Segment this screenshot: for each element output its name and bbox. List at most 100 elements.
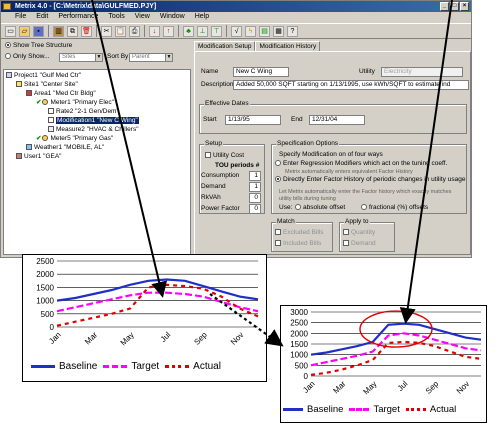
- excluded-bills-checkbox[interactable]: [275, 229, 281, 236]
- copy-icon[interactable]: ⧉: [67, 25, 78, 37]
- sort-by-select[interactable]: Parent ▼: [129, 53, 173, 62]
- only-show-radio[interactable]: [5, 53, 11, 60]
- start-date-field[interactable]: 1/13/95: [225, 115, 281, 125]
- description-field[interactable]: Added 50,000 SQFT starting on 1/13/1995,…: [233, 80, 469, 90]
- name-field[interactable]: New C Wing: [233, 67, 289, 77]
- setup-panel: Name New C Wing Utility Electricity Desc…: [194, 51, 471, 255]
- series-line-baseline: [310, 322, 482, 356]
- formula-icon[interactable]: √: [231, 25, 242, 37]
- tree-node-label: Measure2 "HVAC & Chillers": [56, 126, 139, 133]
- tree2-icon[interactable]: ⊥: [197, 25, 208, 37]
- menu-window[interactable]: Window: [160, 12, 185, 22]
- tree-node-area[interactable]: Area1 "Med Ctr Bldg": [26, 90, 96, 98]
- included-bills-checkbox[interactable]: [275, 240, 281, 247]
- down-arrow-icon[interactable]: ↓: [149, 25, 160, 37]
- show-tree-option[interactable]: Show Tree Structure: [5, 42, 72, 50]
- match-title: Match: [276, 218, 296, 226]
- menu-help[interactable]: Help: [195, 12, 209, 22]
- legend-baseline-swatch: [283, 408, 303, 411]
- factor-history-label: Directly Enter Factor History of periodi…: [283, 176, 466, 183]
- sort-by-value: Parent: [132, 54, 150, 60]
- tree-node-meter5[interactable]: ✔ Meter5 "Primary Gas": [36, 135, 113, 143]
- fractional-offset-radio[interactable]: [361, 204, 367, 211]
- chevron-down-icon[interactable]: ▼: [95, 54, 102, 61]
- regression-radio[interactable]: [275, 160, 281, 167]
- only-show-select[interactable]: Sites ▼: [59, 53, 103, 62]
- menu-performance[interactable]: Performance: [58, 12, 98, 22]
- demand-option[interactable]: Demand: [343, 240, 376, 248]
- chevron-down-icon[interactable]: ▼: [165, 54, 172, 61]
- quantity-checkbox[interactable]: [343, 229, 349, 236]
- consumption-field[interactable]: 1: [249, 171, 261, 181]
- tab-modification-history[interactable]: Modification History: [255, 41, 321, 51]
- absolute-offset-radio[interactable]: [295, 204, 301, 211]
- user-icon: [16, 153, 22, 160]
- regression-option[interactable]: Enter Regression Modifiers which act on …: [275, 160, 447, 168]
- tree-node-weather[interactable]: Weather1 "MOBILE, AL": [26, 144, 104, 152]
- cut-icon[interactable]: ✂: [101, 25, 112, 37]
- delete-icon[interactable]: 🗑: [81, 25, 92, 37]
- x-tick-label: Mar: [331, 379, 347, 395]
- calculator-icon[interactable]: ▦: [273, 25, 284, 37]
- show-tree-radio[interactable]: [5, 42, 11, 49]
- print-icon[interactable]: ⎙: [129, 25, 140, 37]
- quantity-option[interactable]: Quantity: [343, 229, 375, 237]
- rkvah-field[interactable]: 0: [249, 193, 261, 203]
- tree-node-label: User1 "GEA": [24, 153, 62, 160]
- tree-node-measure[interactable]: Measure2 "HVAC & Chillers": [48, 126, 139, 134]
- demand-field[interactable]: 1: [249, 182, 261, 192]
- factor-history-option[interactable]: Directly Enter Factor History of periodi…: [275, 176, 465, 184]
- check-icon: ✔: [36, 99, 42, 106]
- utility-cost-checkbox[interactable]: [205, 152, 211, 159]
- tree-node-rate[interactable]: Rate2 "2-1 Gen/Dem": [48, 108, 119, 116]
- end-date-field[interactable]: 12/31/04: [309, 115, 365, 125]
- fractional-offset-option[interactable]: fractional (%) offsets: [361, 204, 428, 212]
- maximize-button[interactable]: □: [450, 2, 459, 11]
- excluded-bills-option[interactable]: Excluded Bills: [275, 229, 323, 237]
- tree3-icon[interactable]: ⊤: [211, 25, 222, 37]
- tree-node-modification[interactable]: Modification1 "New C Wing": [48, 117, 139, 125]
- only-show-option[interactable]: Only Show...: [5, 53, 50, 61]
- absolute-offset-option[interactable]: absolute offset: [295, 204, 345, 212]
- tree-node-project[interactable]: Project1 "Gulf Med Ctr": [6, 72, 81, 80]
- power-factor-field[interactable]: 0: [249, 204, 261, 214]
- toolbar: ▭ ▱ ▪ ▥ ⧉ 🗑 ✂ 📋 ⎙ ↓ ↑ ♣ ⊥ ⊤ √ ϟ ▤ ▦ ?: [1, 23, 471, 39]
- minimize-button[interactable]: _: [440, 2, 449, 11]
- show-tree-label: Show Tree Structure: [13, 42, 73, 49]
- open-icon[interactable]: ▱: [19, 25, 30, 37]
- description-label: Description: [201, 81, 234, 88]
- lightning-icon[interactable]: ϟ: [245, 25, 256, 37]
- help-icon[interactable]: ?: [287, 25, 298, 37]
- paste-icon[interactable]: 📋: [115, 25, 126, 37]
- chart-icon[interactable]: ▤: [259, 25, 270, 37]
- included-bills-option[interactable]: Included Bills: [275, 240, 321, 248]
- utility-select[interactable]: Electricity: [381, 67, 463, 77]
- utility-cost-option[interactable]: Utility Cost: [205, 152, 244, 160]
- menu-view[interactable]: View: [135, 12, 150, 22]
- y-tick-label: 2000: [36, 270, 54, 279]
- menu-edit[interactable]: Edit: [36, 12, 48, 22]
- tree-node-meter1[interactable]: ✔ Meter1 "Primary Elec": [36, 99, 114, 107]
- menu-file[interactable]: File: [15, 12, 26, 22]
- legend-target-label: Target: [373, 404, 400, 415]
- tree-node-site[interactable]: Site1 "Center Site": [16, 81, 78, 89]
- library-icon[interactable]: ▥: [53, 25, 64, 37]
- new-icon[interactable]: ▭: [5, 25, 16, 37]
- tab-modification-setup[interactable]: Modification Setup: [194, 41, 256, 51]
- legend-baseline-label: Baseline: [59, 361, 98, 372]
- up-arrow-icon[interactable]: ↑: [163, 25, 174, 37]
- setup-title: Setup: [204, 140, 223, 148]
- tree-icon[interactable]: ♣: [183, 25, 194, 37]
- y-tick-label: 0: [50, 323, 55, 332]
- legend-target-label: Target: [131, 361, 160, 372]
- quantity-label: Quantity: [351, 229, 376, 236]
- menu-tools[interactable]: Tools: [108, 12, 124, 22]
- factor-history-radio[interactable]: [275, 176, 281, 183]
- tab-strip: Modification Setup Modification History: [194, 41, 321, 51]
- tree-node-user[interactable]: User1 "GEA": [16, 153, 62, 161]
- close-button[interactable]: ×: [460, 2, 469, 11]
- utility-cost-label: Utility Cost: [213, 152, 245, 159]
- save-icon[interactable]: ▪: [33, 25, 44, 37]
- demand-checkbox[interactable]: [343, 240, 349, 247]
- project-tree[interactable]: Project1 "Gulf Med Ctr" Site1 "Center Si…: [3, 69, 191, 255]
